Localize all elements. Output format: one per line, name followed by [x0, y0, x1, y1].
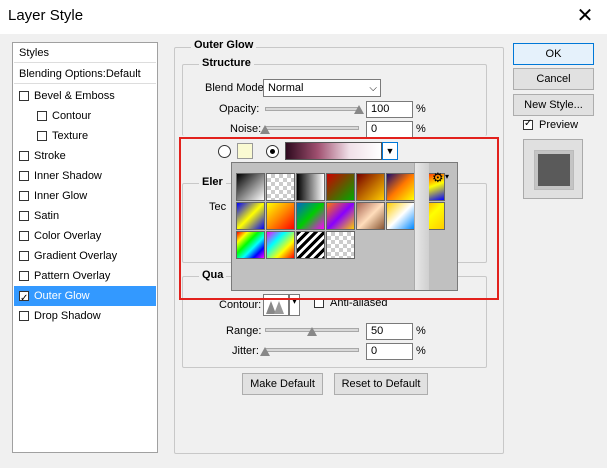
style-item[interactable]: Pattern Overlay: [14, 266, 156, 286]
style-item-label: Outer Glow: [34, 290, 90, 302]
style-item[interactable]: Bevel & Emboss: [14, 86, 156, 106]
make-default-button[interactable]: Make Default: [242, 373, 323, 395]
style-preview-thumbnail: [523, 139, 583, 199]
outer-glow-title: Outer Glow: [191, 39, 257, 51]
styles-list: Styles Blending Options:Default Bevel & …: [12, 42, 158, 453]
jitter-percent: %: [416, 345, 426, 357]
opacity-slider-track[interactable]: [265, 107, 359, 111]
style-item-label: Texture: [52, 130, 89, 142]
opacity-label: Opacity:: [219, 103, 260, 115]
style-item-label: Gradient Overlay: [34, 250, 118, 262]
range-label: Range:: [226, 325, 262, 337]
style-item[interactable]: Inner Shadow: [14, 166, 156, 186]
styles-header[interactable]: Styles: [14, 43, 156, 63]
blend-mode-label: Blend Mode:: [205, 82, 267, 94]
contour-label: Contour:: [219, 299, 262, 311]
style-item[interactable]: Inner Glow: [14, 186, 156, 206]
preview-label: Preview: [539, 119, 579, 131]
noise-label: Noise:: [230, 123, 262, 135]
style-item-checkbox[interactable]: [19, 191, 29, 201]
new-style-button[interactable]: New Style...: [513, 94, 594, 116]
noise-input[interactable]: 0: [366, 121, 413, 138]
style-item[interactable]: Texture: [14, 126, 156, 146]
style-item-label: Stroke: [34, 150, 66, 162]
style-item-checkbox[interactable]: [19, 211, 29, 221]
range-slider-thumb[interactable]: [307, 327, 317, 336]
style-item[interactable]: Drop Shadow: [14, 306, 156, 326]
style-item-label: Bevel & Emboss: [34, 90, 115, 102]
range-input[interactable]: 50: [366, 323, 413, 340]
style-item-checkbox[interactable]: [19, 231, 29, 241]
style-item[interactable]: Contour: [14, 106, 156, 126]
structure-title: Structure: [199, 57, 254, 69]
jitter-label: Jitter:: [232, 345, 259, 357]
style-item-label: Inner Glow: [34, 190, 88, 202]
blend-mode-select[interactable]: Normal ⌵: [263, 79, 381, 97]
title-bar: [0, 0, 607, 34]
opacity-percent: %: [416, 103, 426, 115]
style-item-checkbox[interactable]: [19, 271, 29, 281]
style-item[interactable]: Color Overlay: [14, 226, 156, 246]
noise-slider-thumb[interactable]: [260, 125, 270, 134]
highlight-frame: [179, 137, 499, 300]
window-title: Layer Style: [8, 7, 84, 24]
style-item-label: Inner Shadow: [34, 170, 102, 182]
style-item-checkbox[interactable]: [37, 111, 47, 121]
jitter-input[interactable]: 0: [366, 343, 413, 360]
noise-slider-track[interactable]: [265, 126, 359, 130]
style-item-checkbox[interactable]: [37, 131, 47, 141]
preview-checkbox[interactable]: [523, 118, 533, 130]
style-item-label: Contour: [52, 110, 92, 122]
opacity-input[interactable]: 100: [366, 101, 413, 118]
style-item[interactable]: Gradient Overlay: [14, 246, 156, 266]
jitter-slider-track[interactable]: [265, 348, 359, 352]
range-percent: %: [416, 325, 426, 337]
noise-percent: %: [416, 123, 426, 135]
style-item[interactable]: Outer Glow: [14, 286, 156, 309]
style-item[interactable]: Stroke: [14, 146, 156, 166]
preview-swatch: [538, 154, 570, 186]
style-item-label: Pattern Overlay: [34, 270, 111, 282]
style-item-label: Satin: [34, 210, 60, 222]
chevron-down-icon: ⌵: [369, 83, 377, 94]
jitter-slider-thumb[interactable]: [260, 347, 270, 356]
style-item-checkbox[interactable]: [19, 91, 29, 101]
opacity-slider-thumb[interactable]: [354, 105, 364, 114]
style-item[interactable]: Satin: [14, 206, 156, 226]
ok-button[interactable]: OK: [513, 43, 594, 65]
style-item-checkbox[interactable]: [19, 289, 29, 309]
style-item-checkbox[interactable]: [19, 251, 29, 261]
blending-options-item[interactable]: Blending Options:Default: [14, 64, 156, 84]
style-item-checkbox[interactable]: [19, 151, 29, 161]
style-item-checkbox[interactable]: [19, 171, 29, 181]
reset-to-default-button[interactable]: Reset to Default: [334, 373, 428, 395]
style-item-label: Color Overlay: [34, 230, 102, 242]
style-item-label: Drop Shadow: [34, 310, 101, 322]
style-item-checkbox[interactable]: [19, 311, 29, 321]
cancel-button[interactable]: Cancel: [513, 68, 594, 90]
close-icon[interactable]: ✕: [570, 3, 600, 31]
